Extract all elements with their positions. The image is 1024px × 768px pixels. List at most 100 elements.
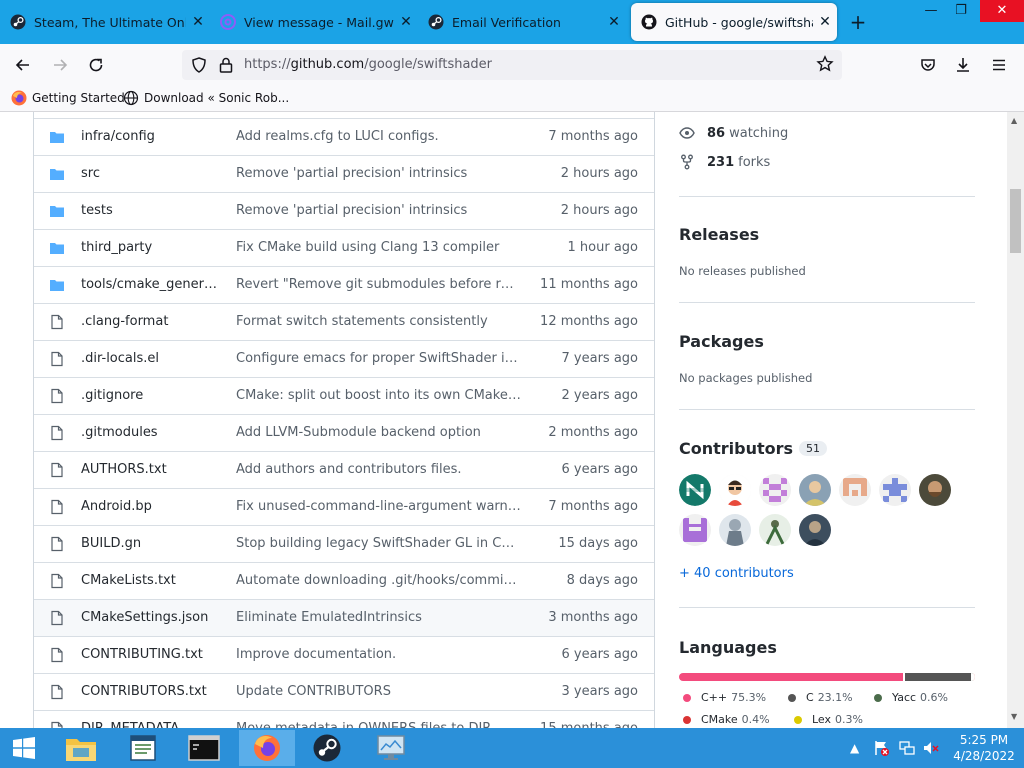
minimize-icon[interactable]: — [916,0,946,22]
commit-message-link[interactable]: Update CONTRIBUTORS [236,684,521,699]
more-contributors-link[interactable]: + 40 contributors [679,566,794,581]
file-name-link[interactable]: tests [81,203,221,218]
notepad-icon[interactable] [120,730,166,766]
tab-email-verification[interactable]: Email Verification ✕ [418,3,626,41]
contributor-avatar[interactable] [759,514,791,546]
contributor-avatar[interactable] [799,474,831,506]
file-row[interactable]: infra/config Add realms.cfg to LUCI confi… [34,118,654,155]
contributors-heading[interactable]: Contributors 51 [679,439,828,458]
file-row[interactable]: CONTRIBUTORS.txt Update CONTRIBUTORS 3 yea… [34,673,654,710]
file-row[interactable]: src Remove 'partial precision' intrinsics… [34,155,654,192]
restore-icon[interactable]: ❐ [946,0,976,22]
tab-github[interactable]: GitHub - google/swiftshader ✕ [631,3,837,41]
volume-muted-icon[interactable] [922,728,940,768]
network-icon[interactable] [898,728,916,768]
language-item[interactable]: Lex 0.3% [794,713,863,726]
scrollbar-thumb[interactable] [1010,189,1021,253]
commit-message-link[interactable]: Stop building legacy SwiftShader GL in C… [236,536,521,551]
close-tab-icon[interactable]: ✕ [394,14,418,30]
file-row[interactable]: BUILD.gn Stop building legacy SwiftShader… [34,525,654,562]
scroll-up-icon[interactable]: ▲ [1011,116,1017,125]
scroll-down-icon[interactable]: ▼ [1011,712,1017,721]
file-row[interactable]: .gitignore CMake: split out boost into it… [34,377,654,414]
tab-mail[interactable]: View message - Mail.gw ✕ [210,3,418,41]
address-bar[interactable]: https://github.com/google/swiftshader [182,50,842,80]
file-name-link[interactable]: CMakeLists.txt [81,573,221,588]
file-name-link[interactable]: AUTHORS.txt [81,462,221,477]
file-row[interactable]: CMakeLists.txt Automate downloading .git/… [34,562,654,599]
commit-message-link[interactable]: Format switch statements consistently [236,314,521,329]
releases-heading[interactable]: Releases [679,225,759,244]
file-name-link[interactable]: .clang-format [81,314,221,329]
language-item[interactable]: Yacc 0.6% [874,691,948,704]
file-row[interactable]: AUTHORS.txt Add authors and contributors … [34,451,654,488]
steam-taskbar-button[interactable] [301,730,353,766]
menu-icon[interactable] [986,52,1012,78]
commit-message-link[interactable]: Move metadata in OWNERS files to DIR_MET… [236,721,521,728]
language-item[interactable]: C++ 75.3% [683,691,766,704]
file-row[interactable]: third_party Fix CMake build using Clang 1… [34,229,654,266]
commit-message-link[interactable]: Remove 'partial precision' intrinsics [236,166,521,181]
commit-message-link[interactable]: Add realms.cfg to LUCI configs. [236,129,521,144]
action-center-flag-icon[interactable] [872,728,890,768]
file-row[interactable]: CMakeSettings.json Eliminate EmulatedIntr… [34,599,654,636]
bookmark-sonic-robo[interactable]: Download « Sonic Rob... [123,90,289,106]
file-name-link[interactable]: CONTRIBUTORS.txt [81,684,221,699]
file-name-link[interactable]: DIR_METADATA [81,721,221,728]
reload-icon[interactable] [83,52,109,78]
language-item[interactable]: CMake 0.4% [683,713,770,726]
file-row[interactable]: .dir-locals.el Configure emacs for proper… [34,340,654,377]
new-tab-button[interactable]: + [846,10,870,34]
file-row[interactable]: Android.bp Fix unused-command-line-argume… [34,488,654,525]
commit-message-link[interactable]: CMake: split out boost into its own CMak… [236,388,521,403]
commit-message-link[interactable]: Remove 'partial precision' intrinsics [236,203,521,218]
downloads-icon[interactable] [950,52,976,78]
forks-link[interactable]: 231 forks [679,154,770,170]
commit-message-link[interactable]: Fix unused-command-line-argument warning [236,499,521,514]
file-name-link[interactable]: .gitignore [81,388,221,403]
close-tab-icon[interactable]: ✕ [186,14,210,30]
contributor-avatar[interactable] [839,474,871,506]
file-name-link[interactable]: CMakeSettings.json [81,610,221,625]
vertical-scrollbar[interactable]: ▲ ▼ [1007,112,1024,728]
file-name-link[interactable]: Android.bp [81,499,221,514]
close-tab-icon[interactable]: ✕ [813,14,837,30]
bookmark-star-icon[interactable] [816,55,834,77]
commit-message-link[interactable]: Fix CMake build using Clang 13 compiler [236,240,521,255]
contributor-avatar[interactable] [799,514,831,546]
tab-steam[interactable]: Steam, The Ultimate Online Game Platform… [0,3,210,41]
file-row[interactable]: tests Remove 'partial precision' intrinsi… [34,192,654,229]
commit-message-link[interactable]: Improve documentation. [236,647,521,662]
forward-icon[interactable] [47,52,73,78]
packages-heading[interactable]: Packages [679,332,764,351]
contributor-avatar[interactable] [679,474,711,506]
commit-message-link[interactable]: Revert "Remove git submodules before rol… [236,277,521,292]
file-name-link[interactable]: BUILD.gn [81,536,221,551]
watchers-link[interactable]: 86 watching [679,125,788,141]
show-hidden-icons[interactable]: ▲ [850,728,859,768]
file-name-link[interactable]: src [81,166,221,181]
bookmark-getting-started[interactable]: Getting Started [11,90,125,106]
lock-icon[interactable] [218,56,234,78]
start-button[interactable] [0,730,48,766]
firefox-taskbar-button[interactable] [239,730,295,766]
commit-message-link[interactable]: Automate downloading .git/hooks/commit-.… [236,573,521,588]
contributor-avatar[interactable] [719,514,751,546]
contributor-avatar[interactable] [879,474,911,506]
file-row[interactable]: DIR_METADATA Move metadata in OWNERS file… [34,710,654,728]
file-name-link[interactable]: .dir-locals.el [81,351,221,366]
commit-message-link[interactable]: Add LLVM-Submodule backend option [236,425,521,440]
file-row[interactable]: .clang-format Format switch statements co… [34,303,654,340]
commit-message-link[interactable]: Configure emacs for proper SwiftShader i… [236,351,521,366]
file-row[interactable]: tools/cmake_generat... Revert "Remove git… [34,266,654,303]
file-explorer-icon[interactable] [58,730,104,766]
commit-message-link[interactable]: Eliminate EmulatedIntrinsics [236,610,521,625]
commit-message-link[interactable]: Add authors and contributors files. [236,462,521,477]
file-name-link[interactable]: .gitmodules [81,425,221,440]
command-prompt-icon[interactable] [181,730,227,766]
contributor-avatar[interactable] [759,474,791,506]
contributor-avatar[interactable] [719,474,751,506]
file-row[interactable]: CONTRIBUTING.txt Improve documentation. 6 … [34,636,654,673]
close-window-icon[interactable]: ✕ [980,0,1024,22]
contributor-avatar[interactable] [679,514,711,546]
